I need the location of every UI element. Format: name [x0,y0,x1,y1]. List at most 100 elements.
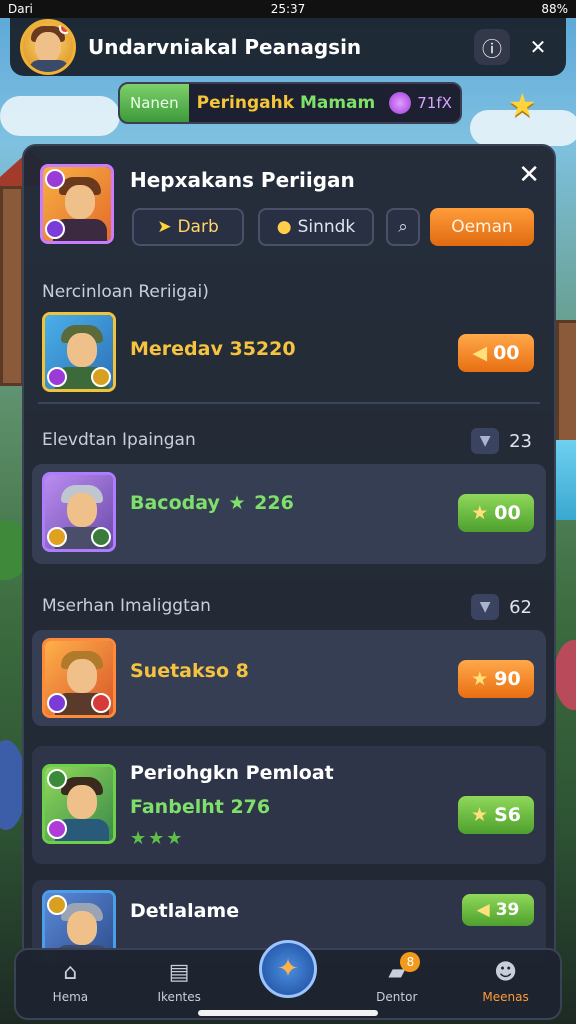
search-icon: ⌕ [398,217,408,237]
row-score-2: 226 [254,492,294,514]
close-icon: ✕ [529,35,547,59]
promo-text: Peringahk Mamam [189,93,384,113]
rank-badge-icon [47,895,67,915]
profile-icon: ☻ [494,959,518,985]
list-item[interactable]: Meredav 35220 ◀ 00 [32,306,546,398]
row-value-button-1[interactable]: ◀ 00 [458,334,534,372]
element-badge-icon [47,819,67,839]
hero-portrait-main[interactable] [40,164,114,244]
nav-badge: 8 [400,952,421,972]
top-header: Undarvniakal Peanagsin ⓘ ✕ [10,18,566,76]
nav-item-chat[interactable]: ▰ 8 Dentor [342,952,451,1004]
star-icon: ★ [471,502,489,524]
rank-badge-icon [91,693,111,713]
panel-close-icon[interactable]: ✕ [518,160,540,190]
nav-item-profile[interactable]: ☻ Meenas [451,958,560,1005]
row-score-4: 276 [230,796,271,818]
coin-icon: ● [276,217,292,237]
hero-portrait-2 [42,472,116,552]
panel-title: Hepxakans Periigan [130,168,355,192]
avatar-body [29,60,69,72]
promo-tab[interactable]: Nanen [120,84,189,122]
section-count-value-2: 23 [509,430,532,452]
section-count-2: ▼ 23 [471,428,532,454]
compass-icon: ✦ [258,940,317,998]
filter-first-label: Darb [177,217,219,237]
house-left [0,186,24,386]
row-value-button-2[interactable]: ★ 00 [458,494,534,532]
section-label-1: Nercinloan Reriigai) [42,282,209,302]
page-title: Undarvniakal Peanagsin [88,35,362,59]
row-name-3: Suetakso 8 [130,660,249,682]
water [556,440,576,520]
status-bar: Dari 25:37 88% [0,0,576,18]
star-icon: ★ [471,804,489,826]
avatar[interactable] [20,19,76,75]
nav-item-book[interactable]: ▤ Ikentes [125,958,234,1005]
rank-badge-icon [45,169,65,189]
bush-right [554,640,576,710]
home-icon: ⌂ [63,959,78,985]
nav-label-profile: Meenas [482,990,529,1004]
element-badge-icon [47,693,67,713]
row-value-button-3[interactable]: ★ 90 [458,660,534,698]
portrait-face [67,333,97,367]
arrow-icon: ➤ [157,217,172,237]
row-value-2: 00 [494,502,521,524]
promo-banner[interactable]: Nanen Peringahk Mamam 71fX [118,82,462,124]
nav-item-home[interactable]: ⌂ Hema [16,958,125,1005]
star-icon: ★ [471,668,489,690]
filter-second-label: Sinndk [297,217,356,237]
portrait-face [65,185,95,219]
arrow-icon: ◀ [476,900,490,920]
row-name-4: Fanbelht 276 [130,796,270,818]
row-value-3: 90 [494,668,521,690]
section-count-3: ▼ 62 [471,594,532,620]
avatar-face [35,32,61,62]
nav-label-book: Ikentes [157,990,201,1004]
arrow-icon: ◀ [472,342,488,364]
section-label-2: Elevdtan Ipaingan [42,430,196,450]
house-right [556,320,576,460]
info-button[interactable]: ⓘ [474,29,510,65]
section-count-value-3: 62 [509,596,532,618]
portrait-face [67,493,97,527]
rank-badge-icon [91,367,111,387]
hero-portrait-4 [42,764,116,844]
rank-badge-icon [47,527,67,547]
list-item[interactable]: Periohgkn Pemloat Fanbelht 276 ★★★ ★ S6 [32,746,546,864]
hero-portrait-1 [42,312,116,392]
portrait-face [67,911,97,945]
rank-badge-icon [47,769,67,789]
nav-label-home: Hema [52,990,89,1004]
home-indicator[interactable] [198,1010,378,1016]
panel-header: Hepxakans Periigan ✕ ➤ Darb ● Sinndk ⌕ O… [24,146,554,258]
nav-item-center[interactable]: ✦ [234,940,343,1004]
sort-icon[interactable]: ▼ [471,594,500,620]
filter-button-first[interactable]: ➤ Darb [132,208,244,246]
row-value-button-4[interactable]: ★ S6 [458,796,534,834]
section-label-3: Mserhan Imaliggtan [42,596,211,616]
star-icon: ★ [228,492,246,514]
sort-icon[interactable]: ▼ [471,428,500,454]
promo-value: 71fX [417,94,452,112]
star-icon[interactable]: ★ [508,86,537,124]
hero-portrait-3 [42,638,116,718]
search-button[interactable]: ⌕ [386,208,420,246]
notification-dot [59,22,71,34]
list-item[interactable]: Suetakso 8 ★ 90 [32,630,546,726]
list-item[interactable]: Bacoday ★ 226 ★ 00 [32,464,546,564]
main-panel: Hepxakans Periigan ✕ ➤ Darb ● Sinndk ⌕ O… [22,144,556,964]
filter-button-second[interactable]: ● Sinndk [258,208,374,246]
rating-stars: ★★★ [130,828,185,849]
row-name-4-text: Fanbelht [130,796,224,818]
book-icon: ▤ [168,959,190,985]
promo-text-part2: Mamam [299,93,376,113]
row-value-button-5[interactable]: ◀ 39 [462,894,534,926]
portrait-face [67,659,97,693]
gem-icon [389,92,412,114]
row-name-1: Meredav 35220 [130,338,296,360]
action-button[interactable]: Oeman [430,208,534,246]
close-button[interactable]: ✕ [520,29,556,65]
promo-text-part1: Peringahk [196,93,295,113]
